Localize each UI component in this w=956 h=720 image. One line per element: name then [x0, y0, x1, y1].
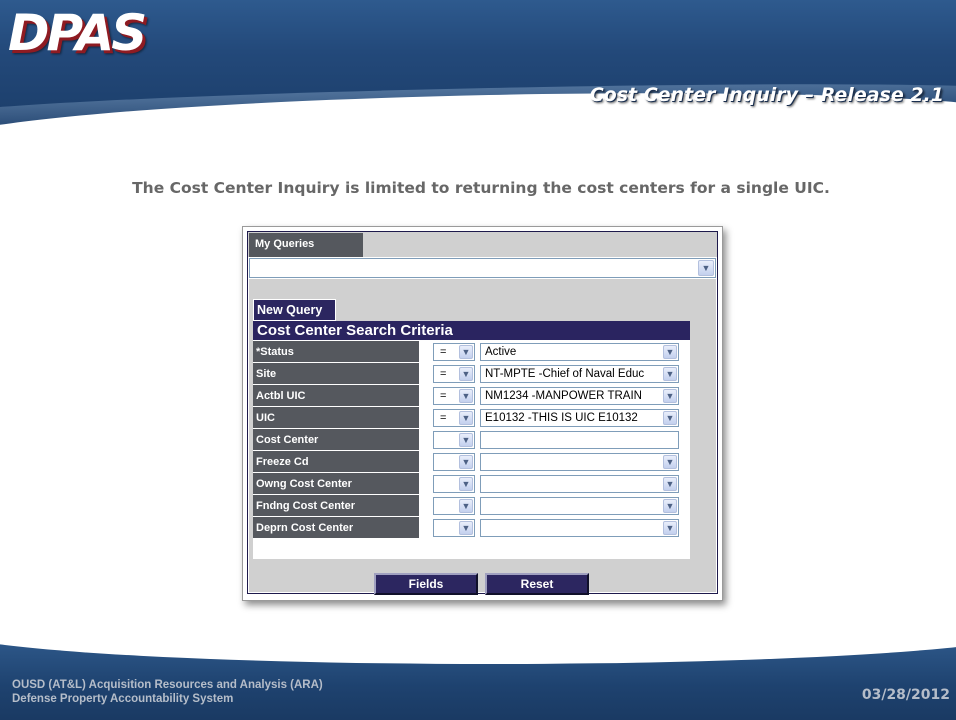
row-spacer [419, 429, 431, 451]
chevron-down-icon[interactable]: ▼ [663, 389, 677, 403]
operator-select[interactable]: = ▼ [433, 343, 475, 361]
chevron-down-icon[interactable]: ▼ [459, 499, 473, 513]
criteria-row-deprn-cost-center: Deprn Cost Center ▼ ▼ [253, 517, 690, 539]
owng-cost-center-select[interactable]: ▼ [480, 475, 679, 493]
operator-select[interactable]: = ▼ [433, 365, 475, 383]
criteria-label: Actbl UIC [253, 385, 419, 407]
criteria-row-uic: UIC = ▼ E10132 -THIS IS UIC E10132 ▼ [253, 407, 690, 429]
actbl-uic-select[interactable]: NM1234 -MANPOWER TRAIN ▼ [480, 387, 679, 405]
query-panel: New Query Cost Center Search Criteria *S… [249, 279, 716, 595]
criteria-row-cost-center: Cost Center ▼ [253, 429, 690, 451]
search-criteria: Cost Center Search Criteria *Status = ▼ … [253, 321, 690, 559]
chevron-down-icon[interactable]: ▼ [698, 260, 714, 276]
chevron-down-icon[interactable]: ▼ [663, 521, 677, 535]
chevron-down-icon[interactable]: ▼ [459, 433, 473, 447]
chevron-down-icon[interactable]: ▼ [459, 411, 473, 425]
site-value: NT-MPTE -Chief of Naval Educ [485, 368, 645, 380]
chevron-down-icon[interactable]: ▼ [663, 455, 677, 469]
row-spacer [419, 385, 431, 407]
operator-select[interactable]: ▼ [433, 453, 475, 471]
footer-date: 03/28/2012 [861, 687, 950, 703]
tab-new-query[interactable]: New Query [253, 299, 336, 321]
criteria-row-fndng-cost-center: Fndng Cost Center ▼ ▼ [253, 495, 690, 517]
criteria-label: *Status [253, 341, 419, 363]
chevron-down-icon[interactable]: ▼ [459, 455, 473, 469]
deprn-cost-center-select[interactable]: ▼ [480, 519, 679, 537]
chevron-down-icon[interactable]: ▼ [663, 367, 677, 381]
slide-title: Cost Center Inquiry – Release 2.1 [589, 84, 944, 106]
row-spacer [419, 473, 431, 495]
row-spacer [419, 407, 431, 429]
chevron-down-icon[interactable]: ▼ [663, 411, 677, 425]
chevron-down-icon[interactable]: ▼ [459, 521, 473, 535]
my-queries-select[interactable]: ▼ [249, 258, 716, 278]
slide-subtitle: The Cost Center Inquiry is limited to re… [132, 179, 830, 197]
status-select[interactable]: Active ▼ [480, 343, 679, 361]
row-spacer [419, 341, 431, 363]
uic-value: E10132 -THIS IS UIC E10132 [485, 412, 638, 424]
criteria-row-status: *Status = ▼ Active ▼ [253, 341, 690, 363]
criteria-label: UIC [253, 407, 419, 429]
fields-button[interactable]: Fields [374, 573, 478, 595]
row-spacer [419, 451, 431, 473]
my-queries-tabbar: My Queries [248, 232, 717, 257]
inquiry-frame: My Queries ▼ New Query Cost Center Searc… [247, 231, 718, 595]
cost-center-input[interactable] [480, 431, 679, 449]
footer-line-1: OUSD (AT&L) Acquisition Resources and An… [12, 679, 323, 691]
criteria-label: Freeze Cd [253, 451, 419, 473]
reset-button[interactable]: Reset [485, 573, 589, 595]
row-spacer [419, 495, 431, 517]
criteria-row-actbl-uic: Actbl UIC = ▼ NM1234 -MANPOWER TRAIN ▼ [253, 385, 690, 407]
actbl-uic-value: NM1234 -MANPOWER TRAIN [485, 390, 642, 402]
operator-select[interactable]: ▼ [433, 475, 475, 493]
criteria-row-freeze-cd: Freeze Cd ▼ ▼ [253, 451, 690, 473]
uic-select[interactable]: E10132 -THIS IS UIC E10132 ▼ [480, 409, 679, 427]
chevron-down-icon[interactable]: ▼ [459, 345, 473, 359]
site-select[interactable]: NT-MPTE -Chief of Naval Educ ▼ [480, 365, 679, 383]
operator-value: = [440, 368, 447, 380]
operator-value: = [440, 346, 447, 358]
inquiry-window: My Queries ▼ New Query Cost Center Searc… [242, 226, 723, 601]
operator-value: = [440, 412, 447, 424]
criteria-label: Fndng Cost Center [253, 495, 419, 517]
chevron-down-icon[interactable]: ▼ [663, 477, 677, 491]
row-spacer [419, 363, 431, 385]
operator-value: = [440, 390, 447, 402]
operator-select[interactable]: = ▼ [433, 409, 475, 427]
status-value: Active [485, 346, 517, 358]
operator-select[interactable]: ▼ [433, 519, 475, 537]
operator-select[interactable]: ▼ [433, 497, 475, 515]
operator-select[interactable]: ▼ [433, 431, 475, 449]
chevron-down-icon[interactable]: ▼ [459, 389, 473, 403]
tab-my-queries[interactable]: My Queries [249, 233, 363, 257]
chevron-down-icon[interactable]: ▼ [663, 345, 677, 359]
footer-line-2: Defense Property Accountability System [12, 693, 234, 705]
criteria-title: Cost Center Search Criteria [253, 321, 690, 340]
dpas-logo: DPAS [8, 4, 147, 62]
criteria-label: Deprn Cost Center [253, 517, 419, 539]
chevron-down-icon[interactable]: ▼ [459, 367, 473, 381]
chevron-down-icon[interactable]: ▼ [663, 499, 677, 513]
row-spacer [419, 517, 431, 539]
chevron-down-icon[interactable]: ▼ [459, 477, 473, 491]
criteria-row-owng-cost-center: Owng Cost Center ▼ ▼ [253, 473, 690, 495]
criteria-label: Cost Center [253, 429, 419, 451]
footer-arc [0, 636, 956, 664]
footer-organization: OUSD (AT&L) Acquisition Resources and An… [12, 678, 323, 706]
fndng-cost-center-select[interactable]: ▼ [480, 497, 679, 515]
criteria-label: Owng Cost Center [253, 473, 419, 495]
criteria-label: Site [253, 363, 419, 385]
slide-header: DPAS Cost Center Inquiry – Release 2.1 [0, 0, 956, 128]
freeze-cd-select[interactable]: ▼ [480, 453, 679, 471]
criteria-row-site: Site = ▼ NT-MPTE -Chief of Naval Educ ▼ [253, 363, 690, 385]
operator-select[interactable]: = ▼ [433, 387, 475, 405]
